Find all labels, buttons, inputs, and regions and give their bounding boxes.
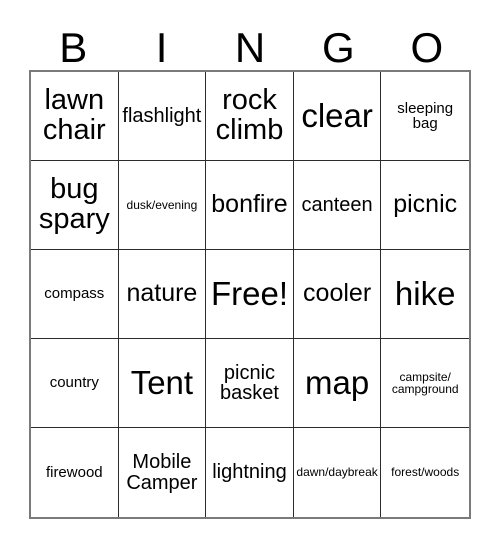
- bingo-cell-label: bug spary: [38, 173, 110, 235]
- bingo-grid: lawn chair flashlight rock climb clear sleep…: [29, 70, 471, 519]
- bingo-cell-label: map: [304, 364, 370, 402]
- bingo-cell-label: forest/woods: [391, 465, 460, 480]
- bingo-cell[interactable]: clear: [293, 72, 382, 161]
- bingo-cell-label: rock climb: [215, 84, 284, 146]
- bingo-cell-label: lawn chair: [42, 84, 106, 146]
- bingo-cell[interactable]: Mobile Camper: [118, 428, 207, 517]
- bingo-cell[interactable]: sleeping bag: [381, 72, 469, 161]
- bingo-cell[interactable]: country: [31, 339, 119, 428]
- bingo-cell[interactable]: bonfire: [206, 161, 294, 250]
- bingo-cell-label: country: [49, 374, 99, 392]
- bingo-cell[interactable]: dawn/daybreak: [293, 428, 382, 517]
- bingo-cell[interactable]: nature: [118, 250, 207, 339]
- bingo-cell-label: bonfire: [211, 190, 288, 219]
- bingo-cell-label: nature: [126, 279, 198, 308]
- bingo-cell-label: Mobile Camper: [126, 451, 198, 494]
- bingo-cell-label: sleeping bag: [397, 99, 454, 132]
- bingo-cell[interactable]: forest/woods: [381, 428, 469, 517]
- bingo-cell[interactable]: map: [293, 339, 382, 428]
- bingo-cell[interactable]: rock climb: [206, 72, 294, 161]
- bingo-cell-free[interactable]: Free!: [206, 250, 294, 339]
- header-letter-b: B: [59, 24, 88, 71]
- bingo-cell[interactable]: lawn chair: [31, 72, 119, 161]
- bingo-cell[interactable]: bug spary: [31, 161, 119, 250]
- bingo-cell-label: hike: [394, 275, 456, 313]
- bingo-cell-label: firewood: [45, 463, 103, 481]
- bingo-cell[interactable]: picnic basket: [206, 339, 294, 428]
- bingo-cell[interactable]: firewood: [31, 428, 119, 517]
- bingo-cell-label: dawn/daybreak: [296, 465, 378, 480]
- bingo-cell-label: picnic: [393, 190, 458, 219]
- bingo-cell[interactable]: lightning: [206, 428, 294, 517]
- bingo-cell[interactable]: Tent: [118, 339, 207, 428]
- bingo-cell-label: flashlight: [122, 104, 202, 127]
- bingo-cell[interactable]: dusk/evening: [118, 161, 207, 250]
- bingo-cell-label: dusk/evening: [126, 197, 198, 212]
- bingo-cell[interactable]: canteen: [293, 161, 382, 250]
- bingo-cell-label: lightning: [212, 461, 287, 484]
- bingo-cell[interactable]: picnic: [381, 161, 469, 250]
- bingo-header-row: B I N G O: [29, 14, 471, 70]
- bingo-cell[interactable]: compass: [31, 250, 119, 339]
- header-letter-i: I: [155, 24, 168, 71]
- bingo-cell-label: Tent: [130, 364, 194, 402]
- bingo-cell-label: picnic basket: [220, 361, 279, 404]
- header-letter-o: O: [410, 24, 444, 71]
- bingo-cell[interactable]: campsite/ campground: [381, 339, 469, 428]
- bingo-cell-label: campsite/ campground: [391, 369, 459, 396]
- bingo-cell[interactable]: flashlight: [118, 72, 207, 161]
- header-letter-n: N: [234, 24, 266, 71]
- bingo-cell[interactable]: hike: [381, 250, 469, 339]
- bingo-cell-label: Free!: [210, 275, 288, 313]
- bingo-cell-label: clear: [301, 97, 373, 135]
- bingo-cell[interactable]: cooler: [293, 250, 382, 339]
- header-letter-g: G: [322, 24, 355, 71]
- bingo-cell-label: compass: [44, 285, 105, 303]
- bingo-cell-label: cooler: [303, 279, 372, 308]
- bingo-cell-label: canteen: [301, 193, 373, 216]
- bingo-card: B I N G O lawn chair flashlight rock climb…: [29, 14, 471, 519]
